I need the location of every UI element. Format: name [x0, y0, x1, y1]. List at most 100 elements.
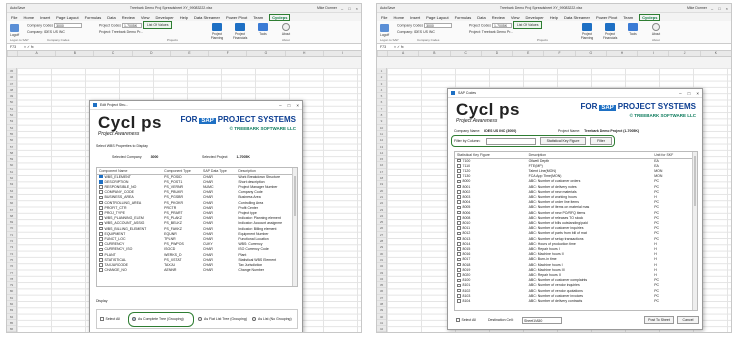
- project-planning-icon[interactable]: [212, 23, 222, 31]
- checkbox-icon[interactable]: [457, 179, 461, 184]
- checkbox-icon[interactable]: [457, 247, 461, 251]
- column-header[interactable]: D: [480, 51, 512, 56]
- checkbox-icon[interactable]: [99, 216, 103, 220]
- list-of-values-button[interactable]: List Of Values: [142, 21, 173, 30]
- tab-data-streamer[interactable]: Data Streamer: [564, 15, 590, 20]
- radio-icon[interactable]: [252, 317, 256, 322]
- project-financials-icon[interactable]: [235, 23, 245, 31]
- logoff-icon[interactable]: [380, 24, 389, 32]
- tab-cycleps[interactable]: Cycleps: [269, 13, 291, 21]
- about-icon[interactable]: [652, 23, 660, 31]
- tools-icon[interactable]: [628, 23, 638, 31]
- select-all-corner[interactable]: [7, 51, 17, 56]
- logoff-icon[interactable]: [10, 24, 19, 32]
- checkbox-icon[interactable]: [457, 257, 461, 262]
- maximize-icon[interactable]: □: [348, 6, 350, 11]
- column-header[interactable]: F: [543, 51, 574, 56]
- tab-page-layout[interactable]: Page Layout: [56, 15, 78, 20]
- about-button[interactable]: About: [279, 32, 293, 36]
- project-planning-icon[interactable]: [582, 23, 592, 31]
- tab-data-streamer[interactable]: Data Streamer: [194, 15, 220, 20]
- scroll-thumb[interactable]: [294, 176, 296, 216]
- tab-view[interactable]: View: [141, 15, 150, 20]
- tab-view[interactable]: View: [511, 15, 520, 20]
- checkbox-icon[interactable]: [457, 236, 461, 241]
- checkbox-icon[interactable]: [100, 317, 104, 321]
- autosave-label[interactable]: AutoSave: [10, 6, 25, 10]
- checkbox-icon[interactable]: [457, 268, 461, 272]
- minimize-icon[interactable]: –: [679, 91, 682, 96]
- tab-insert[interactable]: Insert: [410, 15, 420, 20]
- column-header[interactable]: D: [131, 51, 170, 56]
- cancel-button[interactable]: Cancel: [677, 316, 699, 324]
- column-header[interactable]: G: [574, 51, 606, 56]
- select-all-checkbox[interactable]: Select All: [456, 318, 476, 322]
- checkbox-icon[interactable]: [457, 200, 461, 204]
- tab-review[interactable]: Review: [122, 15, 135, 20]
- column-header[interactable]: B: [55, 51, 93, 56]
- row-header[interactable]: 86: [7, 326, 16, 332]
- checkbox-icon[interactable]: [457, 273, 461, 277]
- tab-formulas[interactable]: Formulas: [455, 15, 472, 20]
- name-box[interactable]: F73: [380, 45, 386, 49]
- table-row[interactable]: 8104 ABC: Number of delivery contracts PC: [455, 299, 697, 304]
- tab-developer[interactable]: Developer: [525, 15, 543, 20]
- table-row[interactable]: CHANGE_NO AENNR CHAR Change Number: [97, 268, 297, 273]
- minimize-icon[interactable]: –: [711, 6, 713, 11]
- checkbox-icon[interactable]: [457, 164, 461, 168]
- maximize-icon[interactable]: □: [688, 91, 691, 96]
- checkbox-icon[interactable]: [99, 221, 103, 226]
- tab-review[interactable]: Review: [492, 15, 505, 20]
- logoff-button[interactable]: Logoff: [10, 33, 22, 37]
- tab-developer[interactable]: Developer: [155, 15, 173, 20]
- checkbox-icon[interactable]: [457, 169, 461, 173]
- column-header[interactable]: J: [668, 51, 699, 56]
- checkbox-icon[interactable]: [99, 206, 103, 210]
- tab-home[interactable]: Home: [393, 15, 404, 20]
- post-to-sheet-button[interactable]: Post To Sheet: [644, 316, 674, 324]
- checkbox-icon[interactable]: [457, 205, 461, 210]
- checkbox-icon[interactable]: [99, 252, 103, 257]
- checkbox-icon[interactable]: [457, 288, 461, 293]
- checkbox-icon[interactable]: [457, 184, 461, 189]
- close-icon[interactable]: ×: [726, 6, 728, 11]
- row-header[interactable]: 42: [377, 326, 386, 332]
- vertical-scrollbar[interactable]: [292, 168, 297, 286]
- column-header[interactable]: K: [699, 51, 731, 56]
- maximize-icon[interactable]: □: [718, 6, 720, 11]
- close-icon[interactable]: ×: [296, 103, 299, 108]
- checkbox-icon[interactable]: [99, 200, 103, 205]
- vertical-scrollbar[interactable]: [692, 152, 697, 310]
- checkbox-icon[interactable]: [99, 211, 103, 215]
- checkbox-icon[interactable]: [99, 237, 103, 241]
- checkbox-icon[interactable]: [99, 258, 103, 262]
- checkbox-icon[interactable]: [457, 158, 461, 163]
- tab-file[interactable]: File: [11, 15, 17, 20]
- column-header[interactable]: H: [284, 51, 323, 56]
- tab-team[interactable]: Team: [623, 15, 633, 20]
- checkbox-icon[interactable]: [457, 210, 461, 215]
- minimize-icon[interactable]: –: [341, 6, 343, 11]
- checkbox-icon[interactable]: [99, 226, 103, 231]
- tab-formulas[interactable]: Formulas: [85, 15, 102, 20]
- company-code-field[interactable]: 3000: [424, 23, 453, 28]
- checkbox-icon[interactable]: [99, 190, 103, 194]
- checkbox-icon[interactable]: [457, 216, 461, 220]
- select-all-checkbox[interactable]: Select All: [100, 317, 120, 321]
- checkbox-icon[interactable]: [457, 252, 461, 256]
- checkbox-icon[interactable]: [99, 263, 103, 267]
- project-financials-button[interactable]: Project Financials: [603, 32, 617, 40]
- scroll-thumb[interactable]: [694, 156, 696, 206]
- checkbox-icon[interactable]: [457, 242, 461, 246]
- close-icon[interactable]: ×: [356, 6, 358, 11]
- destination-input[interactable]: Sheet1!A50: [522, 317, 562, 324]
- column-header[interactable]: E: [512, 51, 543, 56]
- tab-data[interactable]: Data: [477, 15, 485, 20]
- checkbox-icon[interactable]: [99, 268, 103, 272]
- checkbox-icon[interactable]: [99, 247, 103, 252]
- radio-icon[interactable]: [198, 317, 202, 322]
- tools-icon[interactable]: [258, 23, 268, 31]
- checkbox-icon[interactable]: [99, 195, 103, 200]
- checkbox-icon[interactable]: [456, 318, 460, 322]
- column-header[interactable]: I: [322, 51, 361, 56]
